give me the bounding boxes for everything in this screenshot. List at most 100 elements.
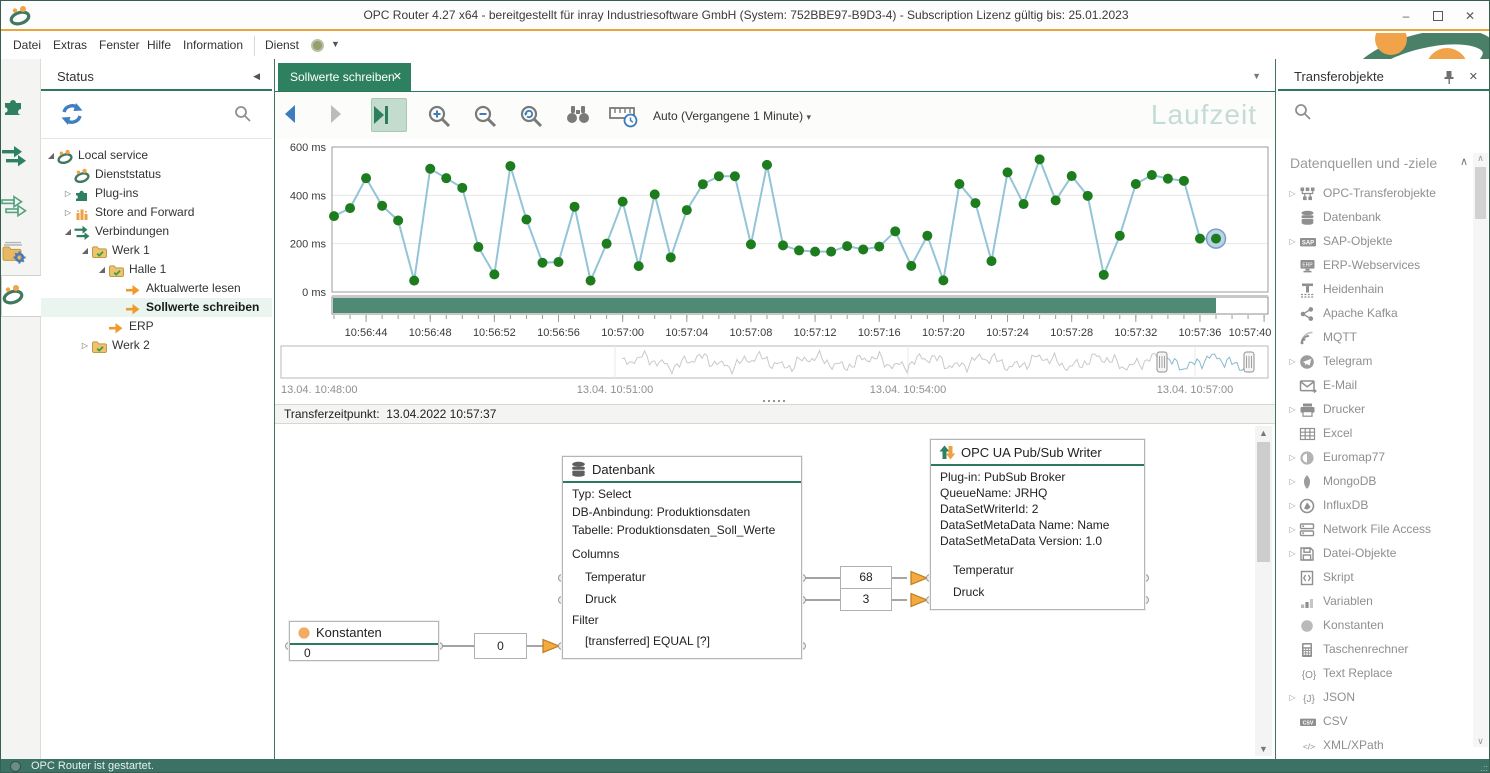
flow-diagram-canvas[interactable]: Konstanten 0 Datenbank Typ: Select DB-An… xyxy=(275,424,1275,759)
tree-expander-icon[interactable]: ◢ xyxy=(62,222,74,241)
tab-close-icon[interactable]: ✕ xyxy=(393,63,402,91)
opcua-port-temperatur[interactable]: Temperatur xyxy=(931,548,1144,577)
item-expander-icon[interactable]: ▷ xyxy=(1286,189,1299,198)
transfer-item-taschenrechner[interactable]: Taschenrechner xyxy=(1286,637,1471,661)
minimize-button[interactable]: – xyxy=(1391,6,1421,26)
chevron-up-icon[interactable]: ∧ xyxy=(1460,155,1468,168)
item-expander-icon[interactable]: ▷ xyxy=(1286,237,1299,246)
scroll-down-icon[interactable]: ▼ xyxy=(1255,744,1272,754)
tree-expander-icon[interactable]: ◢ xyxy=(79,241,91,260)
item-expander-icon[interactable]: ▷ xyxy=(1286,357,1299,366)
search-icon[interactable] xyxy=(1294,103,1312,121)
strip-store-forward-button[interactable] xyxy=(1,231,41,273)
tree-item-halle-1[interactable]: ◢Halle 1 xyxy=(41,260,272,279)
strip-templates-button[interactable] xyxy=(1,187,41,229)
node-konstanten[interactable]: Konstanten 0 xyxy=(289,621,439,661)
close-button[interactable]: ✕ xyxy=(1455,6,1485,26)
db-port-druck[interactable]: Druck xyxy=(563,584,801,606)
tree-expander-icon[interactable]: ▷ xyxy=(62,203,74,222)
collapse-panel-icon[interactable]: ◀ xyxy=(253,71,260,82)
find-button[interactable] xyxy=(565,98,601,132)
maximize-button[interactable] xyxy=(1423,6,1453,26)
strip-connections-button[interactable] xyxy=(1,137,41,179)
panel-scrollbar[interactable]: ∧ ∨ xyxy=(1473,153,1488,747)
node-opcua-pubsub-writer[interactable]: OPC UA Pub/Sub Writer Plug-in: PubSub Br… xyxy=(930,439,1145,610)
strip-plugins-button[interactable] xyxy=(1,87,41,129)
item-expander-icon[interactable]: ▷ xyxy=(1286,693,1299,702)
zoom-out-button[interactable] xyxy=(473,98,509,132)
transfer-item-drucker[interactable]: ▷Drucker xyxy=(1286,397,1471,421)
zoom-in-button[interactable] xyxy=(427,98,463,132)
menu-dienst[interactable]: Dienst xyxy=(265,38,299,52)
item-expander-icon[interactable]: ▷ xyxy=(1286,477,1299,486)
transfer-item-excel[interactable]: Excel xyxy=(1286,421,1471,445)
chevron-down-icon[interactable]: ▼ xyxy=(331,39,340,49)
menu-datei[interactable]: Datei xyxy=(13,38,41,52)
pin-icon[interactable] xyxy=(1442,70,1456,85)
item-expander-icon[interactable]: ▷ xyxy=(1286,549,1299,558)
scroll-up-icon[interactable]: ▲ xyxy=(1255,428,1272,438)
transfer-item-e-mail[interactable]: E-Mail xyxy=(1286,373,1471,397)
close-panel-icon[interactable]: ✕ xyxy=(1469,70,1478,83)
db-filter-row[interactable]: [transferred] EQUAL [?] xyxy=(563,627,801,648)
skip-to-latest-button[interactable] xyxy=(371,98,407,132)
transfer-item-network-file-access[interactable]: ▷Network File Access xyxy=(1286,517,1471,541)
transfer-item-json[interactable]: ▷{J}JSON xyxy=(1286,685,1471,709)
scroll-up-icon[interactable]: ∧ xyxy=(1473,153,1488,164)
scroll-down-icon[interactable]: ∨ xyxy=(1473,736,1488,747)
transfer-item-datenbank[interactable]: Datenbank xyxy=(1286,205,1471,229)
refresh-button[interactable] xyxy=(59,101,85,127)
item-expander-icon[interactable]: ▷ xyxy=(1286,453,1299,462)
time-range-select[interactable]: Auto (Vergangene 1 Minute) ▾ xyxy=(653,109,811,123)
item-expander-icon[interactable]: ▷ xyxy=(1286,525,1299,534)
transfer-item-datei-objekte[interactable]: ▷Datei-Objekte xyxy=(1286,541,1471,565)
nav-back-button[interactable] xyxy=(283,98,319,132)
tree-expander-icon[interactable]: ▷ xyxy=(62,184,74,203)
scrollbar-thumb[interactable] xyxy=(1257,442,1270,562)
opcua-port-druck[interactable]: Druck xyxy=(931,577,1144,599)
tree-item-werk-2[interactable]: ▷Werk 2 xyxy=(41,336,272,355)
tree-item-local-service[interactable]: ◢Local service xyxy=(41,146,272,165)
item-expander-icon[interactable]: ▷ xyxy=(1286,405,1299,414)
transfer-item-xml-xpath[interactable]: </>XML/XPath xyxy=(1286,733,1471,757)
transfer-item-opc-transferobjekte[interactable]: ▷OPC-Transferobjekte xyxy=(1286,181,1471,205)
transfer-item-sap-objekte[interactable]: ▷SAPSAP-Objekte xyxy=(1286,229,1471,253)
tab-list-chevron-icon[interactable]: ▼ xyxy=(1252,71,1261,81)
tab-sollwerte-schreiben[interactable]: Sollwerte schreiben ✕ xyxy=(278,63,411,91)
tree-item-werk-1[interactable]: ◢Werk 1 xyxy=(41,241,272,260)
section-datenquellen[interactable]: Datenquellen und -ziele ∧ xyxy=(1290,155,1468,171)
transfer-item-telegram[interactable]: ▷Telegram xyxy=(1286,349,1471,373)
scrollbar-thumb[interactable] xyxy=(1475,167,1486,219)
zoom-reset-button[interactable] xyxy=(519,98,555,132)
transfer-item-heidenhain[interactable]: Heidenhain xyxy=(1286,277,1471,301)
node-datenbank[interactable]: Datenbank Typ: Select DB-Anbindung: Prod… xyxy=(562,456,802,659)
tree-item-sollwerte-schreiben[interactable]: Sollwerte schreiben xyxy=(41,298,272,317)
transfer-item-mqtt[interactable]: MQTT xyxy=(1286,325,1471,349)
tree-expander-icon[interactable]: ◢ xyxy=(45,146,57,165)
tree-expander-icon[interactable]: ▷ xyxy=(79,336,91,355)
search-icon[interactable] xyxy=(234,105,252,123)
transfer-item-skript[interactable]: Skript xyxy=(1286,565,1471,589)
transfer-item-konstanten[interactable]: Konstanten xyxy=(1286,613,1471,637)
resize-grip[interactable]: .:: xyxy=(1480,763,1488,773)
nav-forward-button[interactable] xyxy=(327,98,363,132)
strip-runtime-button[interactable] xyxy=(1,275,41,317)
db-port-temperatur[interactable]: Temperatur xyxy=(563,561,801,584)
tree-item-aktualwerte-lesen[interactable]: Aktualwerte lesen xyxy=(41,279,272,298)
transfer-item-mongodb[interactable]: ▷MongoDB xyxy=(1286,469,1471,493)
runtime-chart[interactable]: 600 ms400 ms200 ms0 ms10:56:4410:56:4810… xyxy=(275,138,1275,404)
transfer-item-variablen[interactable]: Variablen xyxy=(1286,589,1471,613)
tree-expander-icon[interactable]: ◢ xyxy=(96,260,108,279)
transfer-item-euromap77[interactable]: ▷Euromap77 xyxy=(1286,445,1471,469)
menu-hilfe[interactable]: Hilfe xyxy=(147,38,171,52)
tree-item-verbindungen[interactable]: ◢Verbindungen xyxy=(41,222,272,241)
tree-item-dienststatus[interactable]: Dienststatus xyxy=(41,165,272,184)
transfer-item-csv[interactable]: CSVCSV xyxy=(1286,709,1471,733)
transfer-item-erp-webservices[interactable]: ERPERP-Webservices xyxy=(1286,253,1471,277)
tree-item-store-and-forward[interactable]: ▷Store and Forward xyxy=(41,203,272,222)
menu-information[interactable]: Information xyxy=(183,38,243,52)
time-range-button[interactable] xyxy=(609,98,645,132)
transfer-item-text-replace[interactable]: {O}Text Replace xyxy=(1286,661,1471,685)
tree-item-plug-ins[interactable]: ▷Plug-ins xyxy=(41,184,272,203)
menu-fenster[interactable]: Fenster xyxy=(99,38,140,52)
